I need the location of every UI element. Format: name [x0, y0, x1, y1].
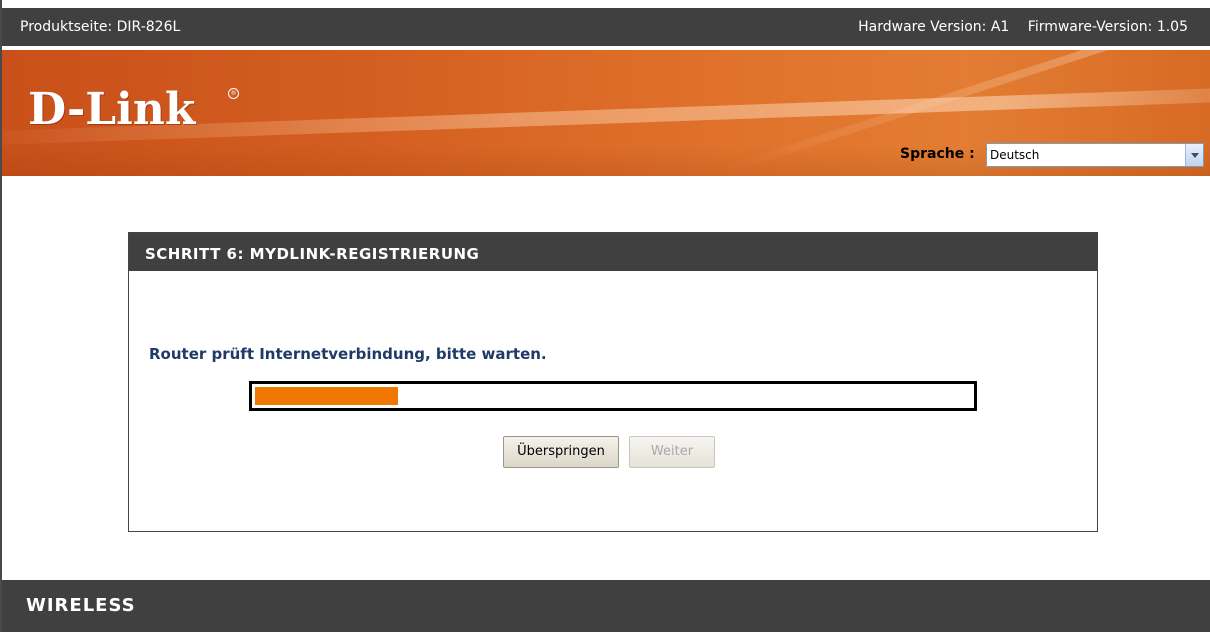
progress-bar	[249, 381, 977, 411]
footer-wireless-label: WIRELESS	[26, 595, 136, 616]
product-page-link[interactable]: Produktseite: DIR-826L	[20, 19, 180, 35]
brand-banner: D-Link ® Sprache : Deutsch	[2, 50, 1210, 176]
progress-bar-fill	[255, 387, 398, 405]
step-panel: SCHRITT 6: MYDLINK-REGISTRIERUNG Router …	[128, 232, 1098, 532]
step-title: SCHRITT 6: MYDLINK-REGISTRIERUNG	[129, 233, 1097, 271]
version-info: Hardware Version: A1 Firmware-Version: 1…	[844, 19, 1188, 35]
firmware-version: Firmware-Version: 1.05	[1027, 19, 1188, 35]
hardware-version: Hardware Version: A1	[858, 19, 1010, 35]
top-info-bar: Produktseite: DIR-826L Hardware Version:…	[2, 0, 1210, 46]
language-label: Sprache :	[900, 146, 975, 162]
registered-mark-icon: ®	[228, 88, 239, 99]
chevron-down-icon[interactable]	[1185, 144, 1203, 166]
next-button[interactable]: Weiter	[629, 436, 715, 468]
dlink-logo: D-Link	[28, 84, 196, 135]
footer-bar: WIRELESS	[2, 580, 1210, 632]
language-select-value: Deutsch	[990, 148, 1040, 162]
skip-button[interactable]: Überspringen	[503, 436, 619, 468]
router-setup-page: Produktseite: DIR-826L Hardware Version:…	[0, 0, 1210, 632]
status-message: Router prüft Internetverbindung, bitte w…	[149, 345, 547, 363]
language-select[interactable]: Deutsch	[986, 143, 1204, 167]
